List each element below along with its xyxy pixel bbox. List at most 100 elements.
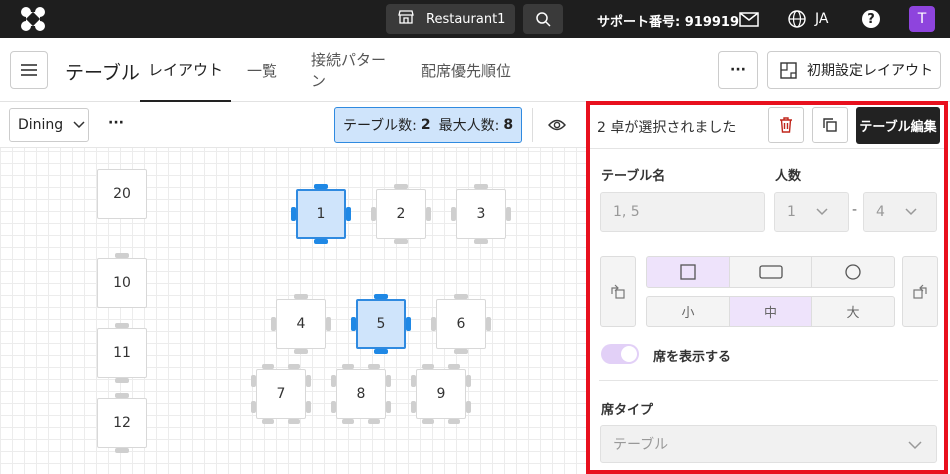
seat: [394, 239, 408, 244]
seat: [306, 375, 311, 387]
square-icon: [680, 264, 696, 280]
seat: [262, 419, 274, 424]
table-7[interactable]: 7: [256, 369, 306, 419]
panel-divider: [589, 148, 948, 149]
table-1[interactable]: 1: [296, 189, 346, 239]
duplicate-button[interactable]: [812, 107, 848, 143]
logo-icon[interactable]: [20, 6, 46, 32]
table-number: 6: [456, 316, 466, 332]
size-large[interactable]: 大: [811, 296, 895, 327]
seat: [374, 349, 388, 354]
restaurant-name: Restaurant1: [426, 11, 506, 27]
tab-connection-pattern[interactable]: 接続パターン: [311, 38, 391, 102]
table-20[interactable]: 20: [97, 169, 147, 219]
layout-canvas[interactable]: 20 10 11 12 1 2 3 4 5 6 7 8 9: [0, 103, 586, 474]
rotate-right-button[interactable]: [902, 256, 938, 327]
more-options-label: ···: [730, 62, 746, 78]
size-medium[interactable]: 中: [729, 296, 812, 327]
seat: [294, 349, 308, 354]
seat: [288, 419, 300, 424]
search-icon: [535, 11, 551, 27]
seat: [326, 317, 331, 331]
show-seats-toggle[interactable]: [601, 344, 639, 364]
size-small-label: 小: [681, 306, 695, 321]
chevron-down-icon: [73, 121, 85, 129]
rotate-left-button[interactable]: [600, 256, 636, 327]
mail-icon[interactable]: [739, 12, 759, 31]
panel-divider-2: [599, 380, 938, 381]
restaurant-selector[interactable]: Restaurant1: [386, 4, 515, 34]
eye-icon: [548, 119, 566, 131]
seat: [422, 419, 434, 424]
area-dropdown[interactable]: Dining: [9, 108, 89, 142]
people-max-value: 4: [876, 204, 885, 220]
visibility-toggle[interactable]: [548, 117, 566, 136]
table-10[interactable]: 10: [97, 258, 147, 308]
seat: [466, 401, 471, 413]
avatar[interactable]: T: [909, 6, 935, 32]
seat: [368, 419, 380, 424]
seat-type-select: テーブル: [600, 425, 937, 463]
search-button[interactable]: [523, 4, 563, 34]
size-small[interactable]: 小: [646, 296, 730, 327]
language-selector[interactable]: JA: [787, 9, 828, 29]
page-title: テーブル: [65, 62, 140, 84]
table-name-value: 1, 5: [613, 204, 640, 220]
tab-list-label: 一覧: [247, 61, 278, 80]
toggle-knob: [621, 346, 637, 362]
toolbar-more-button[interactable]: ···: [108, 115, 124, 131]
shape-rectangle[interactable]: [729, 256, 812, 288]
initial-layout-button[interactable]: 初期設定レイアウト: [767, 51, 941, 89]
table-number: 1: [316, 206, 326, 222]
seat: [506, 207, 511, 221]
table-12[interactable]: 12: [97, 398, 147, 448]
table-number: 10: [113, 275, 131, 291]
size-medium-label: 中: [763, 306, 777, 321]
table-5[interactable]: 5: [356, 299, 406, 349]
table-number: 8: [356, 386, 366, 402]
table-name-label: テーブル名: [601, 169, 666, 184]
shape-square[interactable]: [646, 256, 730, 288]
table-4[interactable]: 4: [276, 299, 326, 349]
tab-layout-label: レイアウト: [147, 60, 223, 79]
seat: [454, 349, 468, 354]
tab-seating-priority[interactable]: 配席優先順位: [421, 38, 521, 102]
table-name-field: 1, 5: [600, 192, 765, 232]
seat: [406, 317, 411, 331]
rotate-left-icon: [611, 284, 625, 299]
table-11[interactable]: 11: [97, 328, 147, 378]
delete-button[interactable]: [768, 107, 804, 143]
language-label: JA: [815, 11, 829, 27]
area-dropdown-value: Dining: [18, 117, 64, 133]
toolbar-divider: [532, 108, 533, 142]
rotate-right-icon: [913, 284, 927, 299]
tab-layout[interactable]: レイアウト: [140, 38, 231, 102]
seat: [115, 448, 129, 453]
table-8[interactable]: 8: [336, 369, 386, 419]
table-6[interactable]: 6: [436, 299, 486, 349]
size-large-label: 大: [846, 306, 860, 321]
table-number: 20: [113, 186, 131, 202]
table-number: 11: [113, 345, 131, 361]
help-icon[interactable]: ?: [862, 10, 880, 28]
hamburger-icon: [21, 64, 37, 76]
table-number: 7: [276, 386, 286, 402]
menu-button[interactable]: [10, 51, 48, 89]
seat: [115, 378, 129, 383]
table-9[interactable]: 9: [416, 369, 466, 419]
edit-table-button[interactable]: テーブル編集: [856, 107, 940, 144]
circle-icon: [845, 264, 861, 280]
initial-layout-label: 初期設定レイアウト: [807, 63, 933, 79]
shape-circle[interactable]: [811, 256, 895, 288]
header-tabs: テーブル レイアウト 一覧 接続パターン 配席優先順位 ··· 初期設定レイアウ…: [0, 38, 950, 102]
chevron-down-icon: [905, 208, 917, 216]
table-3[interactable]: 3: [456, 189, 506, 239]
show-seats-label: 席を表示する: [653, 350, 732, 365]
table-number: 5: [376, 316, 386, 332]
people-label: 人数: [775, 169, 802, 184]
more-options-button[interactable]: ···: [718, 51, 758, 89]
selection-status: 2 卓が選択されました: [597, 120, 737, 136]
seat-type-value: テーブル: [613, 437, 669, 453]
table-2[interactable]: 2: [376, 189, 426, 239]
tab-list[interactable]: 一覧: [247, 38, 281, 102]
